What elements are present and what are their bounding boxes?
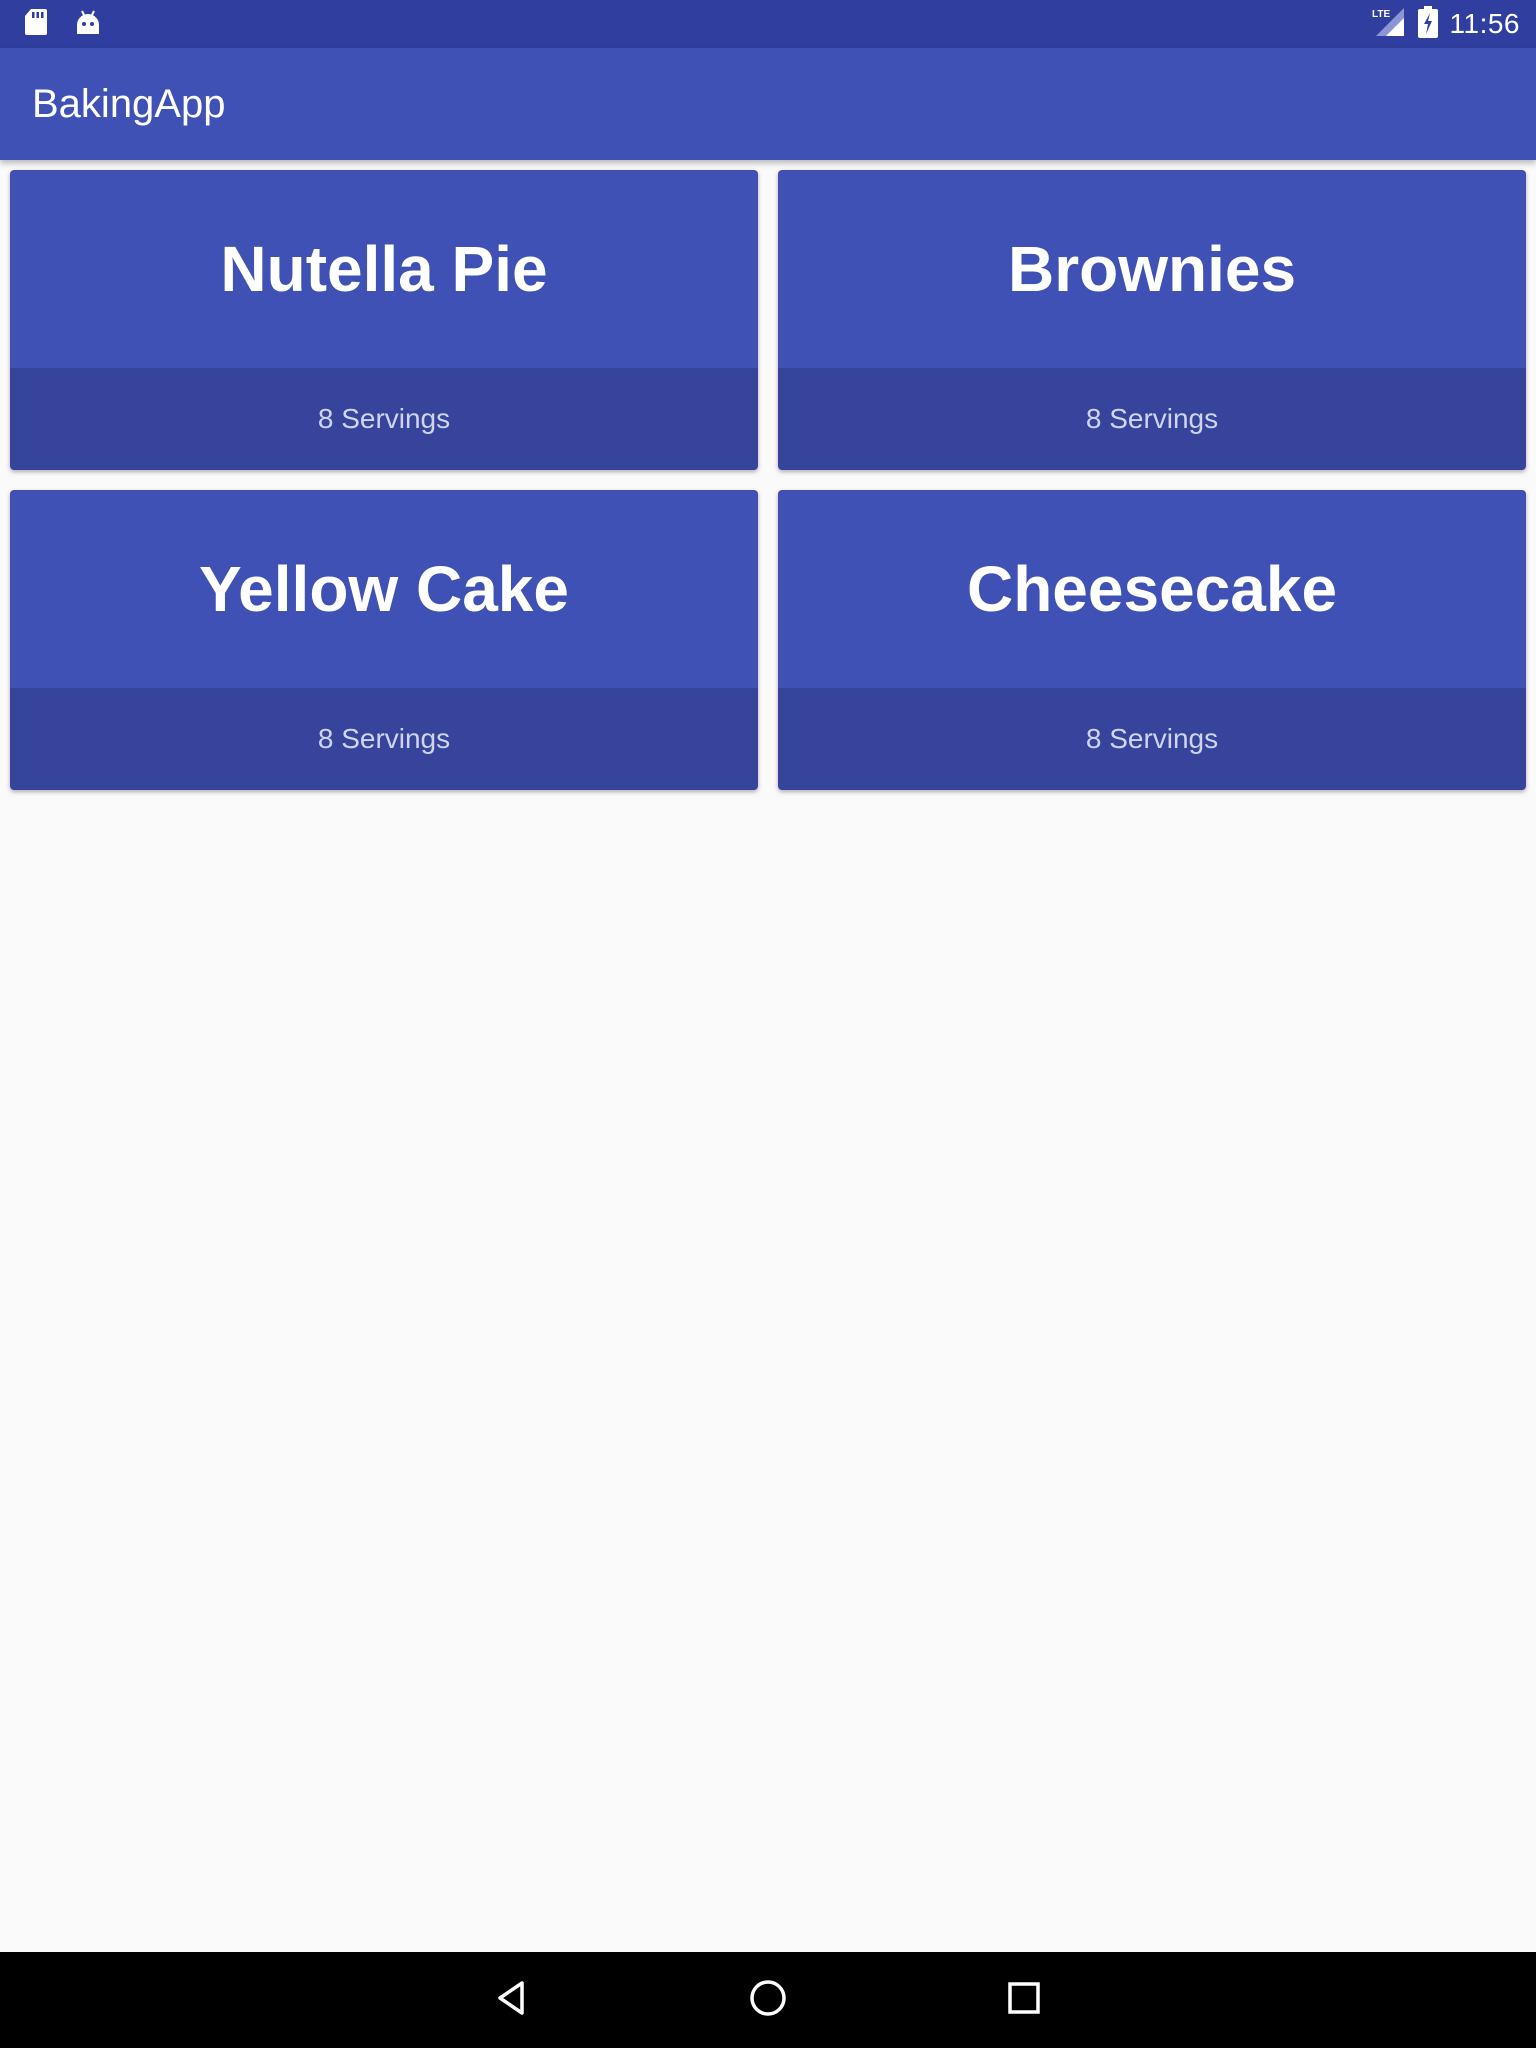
status-bar: LTE 11:56 (0, 0, 1536, 48)
recipe-card-yellow-cake[interactable]: Yellow Cake 8 Servings (10, 490, 758, 790)
app-title: BakingApp (32, 82, 226, 126)
back-button[interactable] (488, 1976, 536, 2024)
recipe-card-footer: 8 Servings (10, 368, 758, 470)
recipe-card-header: Yellow Cake (10, 490, 758, 688)
recipe-card-header: Brownies (778, 170, 1526, 368)
navigation-bar (0, 1952, 1536, 2048)
status-system-icons: LTE 11:56 (1372, 0, 1521, 48)
recents-button[interactable] (1000, 1976, 1048, 2024)
recipe-servings: 8 Servings (317, 403, 451, 434)
recipe-card-header: Nutella Pie (10, 170, 758, 368)
status-notifications (24, 8, 102, 40)
recipe-name: Nutella Pie (220, 233, 548, 305)
app-bar: BakingApp (0, 48, 1536, 160)
home-button[interactable] (744, 1976, 792, 2024)
recipe-card-nutella-pie[interactable]: Nutella Pie 8 Servings (10, 170, 758, 470)
recipe-card-footer: 8 Servings (10, 688, 758, 790)
recipe-card-footer: 8 Servings (778, 688, 1526, 790)
recipe-servings: 8 Servings (1085, 723, 1219, 754)
recipe-card-footer: 8 Servings (778, 368, 1526, 470)
recipe-grid: Nutella Pie 8 Servings Brownies 8 Servin… (10, 170, 1526, 790)
recents-icon (1004, 1978, 1044, 2023)
recipe-name: Cheesecake (966, 553, 1338, 625)
recipe-card-brownies[interactable]: Brownies 8 Servings (778, 170, 1526, 470)
lte-label: LTE (1372, 9, 1390, 20)
recipe-card-header: Cheesecake (778, 490, 1526, 688)
battery-charging-icon (1417, 5, 1438, 43)
recipe-name: Yellow Cake (199, 553, 569, 625)
home-icon (748, 1978, 788, 2023)
lte-signal-icon: LTE (1372, 6, 1406, 43)
android-debug-icon (74, 8, 102, 41)
recipe-servings: 8 Servings (1085, 403, 1219, 434)
recipe-name: Brownies (1007, 233, 1297, 305)
recipe-card-cheesecake[interactable]: Cheesecake 8 Servings (778, 490, 1526, 790)
back-icon (492, 1978, 532, 2023)
status-time: 11:56 (1449, 8, 1520, 39)
recipe-servings: 8 Servings (317, 723, 451, 754)
sd-card-icon (24, 8, 48, 41)
